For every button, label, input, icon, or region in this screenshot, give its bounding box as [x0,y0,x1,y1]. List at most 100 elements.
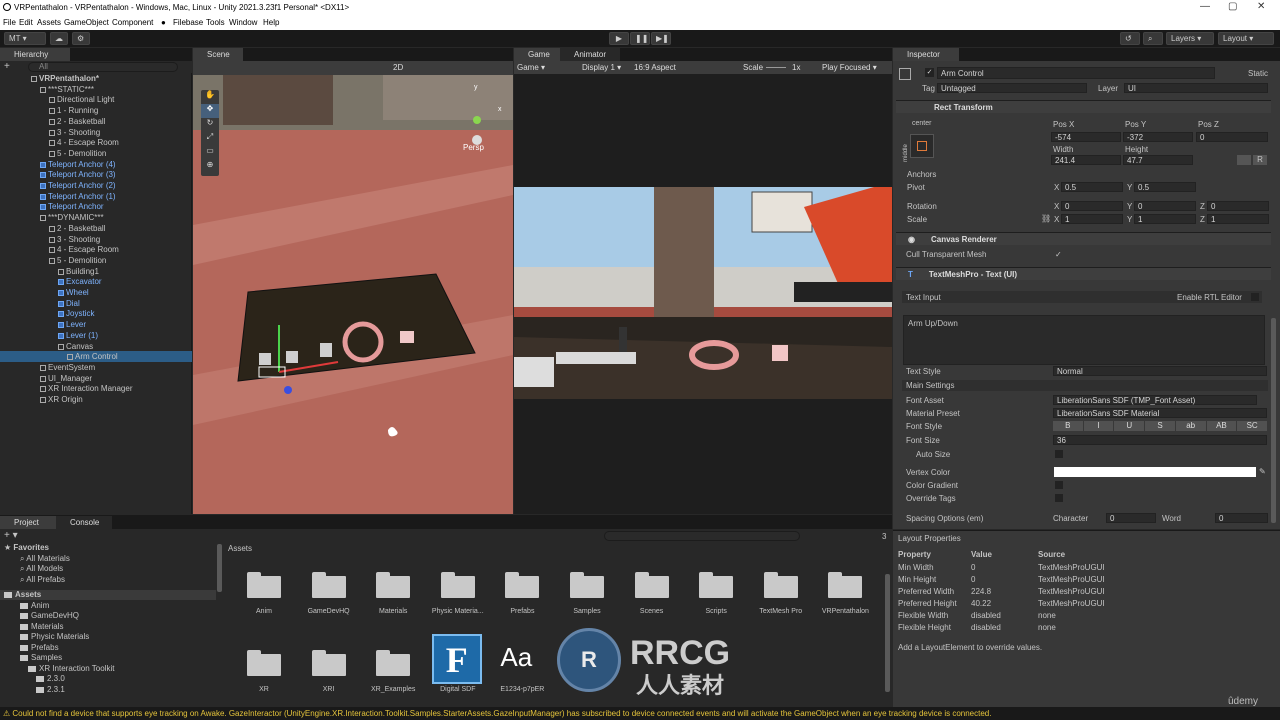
asset-item[interactable]: Scenes [620,564,684,624]
status-bar[interactable]: ⚠ Could not find a device that supports … [0,707,1280,720]
width-field[interactable]: 241.4 [1051,155,1121,165]
hierarchy-row[interactable]: EventSystem [0,362,192,373]
pivot-x-field[interactable]: 0.5 [1061,182,1123,192]
hierarchy-row[interactable]: Wheel [0,287,192,298]
game-mode-dropdown[interactable]: Game ▾ [517,61,545,74]
asset-item[interactable]: Anim [232,564,296,624]
maximize-icon[interactable]: ▢ [1228,1,1237,12]
tmp-header[interactable]: T TextMeshPro - Text (UI) [896,267,1271,280]
hierarchy-row[interactable]: XR Origin [0,394,192,405]
grid-scrollbar[interactable] [885,574,890,692]
font-style-button[interactable]: I [1083,421,1114,431]
object-name-field[interactable]: Arm Control [937,67,1215,79]
rot-y-field[interactable]: 0 [1134,201,1196,211]
project-tree-item[interactable]: ⌕ All Models [0,564,216,574]
eyedropper-icon[interactable]: ✎ [1259,467,1266,476]
tab-game[interactable]: Game [514,48,560,61]
hierarchy-row[interactable]: Canvas [0,341,192,352]
asset-item[interactable]: Scripts [684,564,748,624]
word-field[interactable]: 0 [1215,513,1268,523]
hierarchy-row[interactable]: Arm Control [0,351,192,363]
asset-item[interactable]: VRPentathalon [813,564,877,624]
scale-z-field[interactable]: 1 [1207,214,1269,224]
menu-window[interactable]: Window [229,18,257,27]
blueprint-button[interactable] [1237,155,1251,165]
asset-item[interactable]: XR [232,642,296,702]
project-tree-item[interactable]: 2.3.0 [0,674,216,684]
inspector-scrollbar[interactable] [1271,318,1276,523]
rot-x-field[interactable]: 0 [1061,201,1123,211]
active-checkbox[interactable]: ✓ [925,68,934,77]
add-icon[interactable]: + [4,61,10,72]
font-style-button[interactable]: AB [1206,421,1237,431]
close-icon[interactable]: ✕ [1257,1,1265,12]
layer-dropdown[interactable]: UI [1124,83,1268,93]
pause-button[interactable]: ❚❚ [630,32,650,45]
scale-slider[interactable] [766,67,786,68]
play-focused-dropdown[interactable]: Play Focused ▾ [822,61,877,74]
asset-item[interactable]: Aa E1234-p7pER [490,642,554,702]
rect-tool-icon[interactable]: ▭ [201,146,219,160]
hierarchy-row[interactable]: 2 - Basketball [0,116,192,127]
font-size-field[interactable]: 36 [1053,435,1267,445]
scene-2d-toggle[interactable]: 2D [393,63,403,72]
hierarchy-row[interactable]: 3 - Shooting [0,127,192,138]
hierarchy-row[interactable]: Teleport Anchor (3) [0,169,192,180]
project-tree-item[interactable]: Assets [0,590,216,600]
project-tree-item[interactable]: ⌕ All Prefabs [0,575,216,585]
tab-inspector[interactable]: Inspector [893,48,959,61]
menu-gameobject[interactable]: GameObject [64,18,109,27]
hierarchy-row[interactable]: 2 - Basketball [0,223,192,234]
text-input-area[interactable]: Arm Up/Down [903,315,1265,365]
hierarchy-row[interactable]: Teleport Anchor (2) [0,180,192,191]
hierarchy-row[interactable]: Directional Light [0,94,192,105]
search-button[interactable]: ⌕ [1143,32,1163,45]
game-viewport[interactable] [514,187,892,399]
minimize-icon[interactable]: — [1200,1,1210,12]
menu-edit[interactable]: Edit [19,18,33,27]
asset-item[interactable]: F Digital SDF [426,634,490,702]
asset-item[interactable]: Samples [555,564,619,624]
hierarchy-row[interactable]: ***STATIC*** [0,84,192,95]
hierarchy-row[interactable]: Teleport Anchor [0,201,192,212]
persp-label[interactable]: Persp [463,143,484,152]
menu-component[interactable]: Component [112,18,153,27]
scale-tool-icon[interactable]: ⤢ [201,132,219,146]
font-style-button[interactable]: B [1053,421,1083,431]
rtl-checkbox[interactable] [1251,293,1259,301]
height-field[interactable]: 47.7 [1123,155,1193,165]
menu-file[interactable]: File [3,18,16,27]
project-tree-item[interactable]: Prefabs [0,643,216,653]
override-tags-checkbox[interactable] [1055,494,1063,502]
hierarchy-row[interactable]: 5 - Demolition [0,255,192,266]
anchor-preset-button[interactable] [910,134,934,158]
collab-button[interactable]: ⚙ [72,32,90,45]
display-dropdown[interactable]: Display 1 ▾ [582,61,621,74]
posz-field[interactable]: 0 [1196,132,1268,142]
project-tree-item[interactable]: Anim [0,601,216,611]
tab-animator[interactable]: Animator [560,48,620,61]
tab-hierarchy[interactable]: Hierarchy [0,48,70,61]
material-dropdown[interactable]: LiberationSans SDF Material [1053,408,1267,418]
scale-y-field[interactable]: 1 [1134,214,1196,224]
rect-transform-header[interactable]: Rect Transform [896,100,1271,113]
hierarchy-row[interactable]: Teleport Anchor (1) [0,191,192,202]
scene-viewport[interactable] [193,75,513,514]
hierarchy-row[interactable]: 4 - Escape Room [0,244,192,255]
step-button[interactable]: ▶❚ [651,32,671,45]
rotate-tool-icon[interactable]: ↻ [201,118,219,132]
layers-dropdown[interactable]: Layers ▾ [1166,32,1214,45]
hierarchy-row[interactable]: UI_Manager [0,373,192,384]
asset-item[interactable]: Materials [361,564,425,624]
font-style-button[interactable]: S [1145,421,1175,431]
raw-edit-button[interactable]: R [1253,155,1267,165]
hierarchy-row[interactable]: Teleport Anchor (4) [0,159,192,170]
font-style-button[interactable]: ab [1175,421,1206,431]
pivot-y-field[interactable]: 0.5 [1134,182,1196,192]
project-tree-item[interactable]: Samples [0,653,216,663]
hierarchy-row[interactable]: Joystick [0,308,192,319]
hierarchy-row[interactable]: Lever [0,319,192,330]
canvas-renderer-header[interactable]: ◉ Canvas Renderer [896,232,1271,245]
menu-help[interactable]: Help [263,18,279,27]
menu-assets[interactable]: Assets [37,18,61,27]
